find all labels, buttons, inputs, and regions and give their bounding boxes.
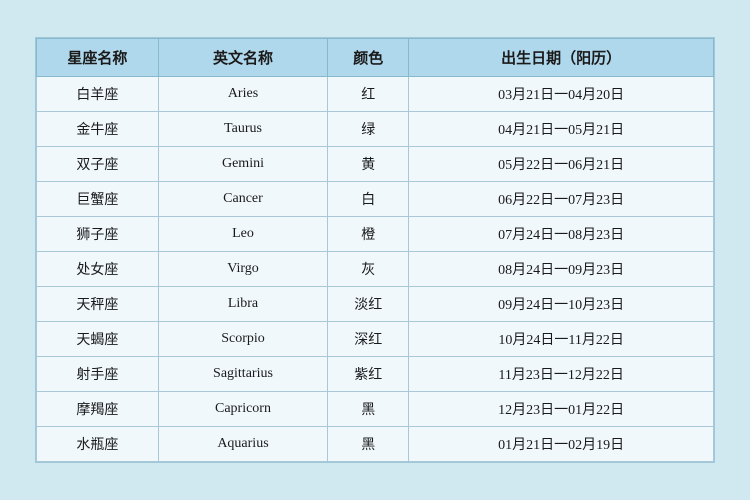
zodiac-table-container: 星座名称 英文名称 颜色 出生日期（阳历） 白羊座Aries红03月21日一04… bbox=[35, 37, 715, 463]
table-row: 金牛座Taurus绿04月21日一05月21日 bbox=[37, 112, 714, 147]
cell-chinese: 双子座 bbox=[37, 147, 159, 182]
cell-chinese: 水瓶座 bbox=[37, 427, 159, 462]
cell-date: 10月24日一11月22日 bbox=[409, 322, 714, 357]
cell-color: 橙 bbox=[328, 217, 409, 252]
cell-color: 深红 bbox=[328, 322, 409, 357]
cell-english: Aries bbox=[158, 77, 327, 112]
cell-date: 11月23日一12月22日 bbox=[409, 357, 714, 392]
cell-color: 红 bbox=[328, 77, 409, 112]
table-row: 巨蟹座Cancer白06月22日一07月23日 bbox=[37, 182, 714, 217]
header-color: 颜色 bbox=[328, 39, 409, 77]
table-row: 天秤座Libra淡红09月24日一10月23日 bbox=[37, 287, 714, 322]
cell-chinese: 狮子座 bbox=[37, 217, 159, 252]
table-row: 水瓶座Aquarius黑01月21日一02月19日 bbox=[37, 427, 714, 462]
cell-date: 04月21日一05月21日 bbox=[409, 112, 714, 147]
table-body: 白羊座Aries红03月21日一04月20日金牛座Taurus绿04月21日一0… bbox=[37, 77, 714, 462]
cell-chinese: 天秤座 bbox=[37, 287, 159, 322]
cell-chinese: 金牛座 bbox=[37, 112, 159, 147]
cell-chinese: 巨蟹座 bbox=[37, 182, 159, 217]
header-chinese: 星座名称 bbox=[37, 39, 159, 77]
cell-english: Sagittarius bbox=[158, 357, 327, 392]
cell-date: 08月24日一09月23日 bbox=[409, 252, 714, 287]
cell-date: 03月21日一04月20日 bbox=[409, 77, 714, 112]
cell-color: 白 bbox=[328, 182, 409, 217]
cell-color: 黑 bbox=[328, 392, 409, 427]
cell-color: 黄 bbox=[328, 147, 409, 182]
cell-color: 绿 bbox=[328, 112, 409, 147]
cell-english: Aquarius bbox=[158, 427, 327, 462]
cell-date: 01月21日一02月19日 bbox=[409, 427, 714, 462]
cell-date: 12月23日一01月22日 bbox=[409, 392, 714, 427]
table-row: 白羊座Aries红03月21日一04月20日 bbox=[37, 77, 714, 112]
cell-color: 紫红 bbox=[328, 357, 409, 392]
table-row: 射手座Sagittarius紫红11月23日一12月22日 bbox=[37, 357, 714, 392]
cell-english: Scorpio bbox=[158, 322, 327, 357]
cell-english: Cancer bbox=[158, 182, 327, 217]
cell-date: 05月22日一06月21日 bbox=[409, 147, 714, 182]
table-row: 处女座Virgo灰08月24日一09月23日 bbox=[37, 252, 714, 287]
cell-english: Leo bbox=[158, 217, 327, 252]
cell-chinese: 处女座 bbox=[37, 252, 159, 287]
cell-color: 淡红 bbox=[328, 287, 409, 322]
header-english: 英文名称 bbox=[158, 39, 327, 77]
cell-date: 06月22日一07月23日 bbox=[409, 182, 714, 217]
cell-chinese: 天蝎座 bbox=[37, 322, 159, 357]
table-row: 摩羯座Capricorn黑12月23日一01月22日 bbox=[37, 392, 714, 427]
cell-chinese: 射手座 bbox=[37, 357, 159, 392]
cell-chinese: 白羊座 bbox=[37, 77, 159, 112]
cell-date: 09月24日一10月23日 bbox=[409, 287, 714, 322]
cell-english: Taurus bbox=[158, 112, 327, 147]
cell-english: Gemini bbox=[158, 147, 327, 182]
table-row: 天蝎座Scorpio深红10月24日一11月22日 bbox=[37, 322, 714, 357]
cell-english: Virgo bbox=[158, 252, 327, 287]
table-header-row: 星座名称 英文名称 颜色 出生日期（阳历） bbox=[37, 39, 714, 77]
header-date: 出生日期（阳历） bbox=[409, 39, 714, 77]
table-row: 狮子座Leo橙07月24日一08月23日 bbox=[37, 217, 714, 252]
cell-color: 灰 bbox=[328, 252, 409, 287]
cell-english: Capricorn bbox=[158, 392, 327, 427]
cell-date: 07月24日一08月23日 bbox=[409, 217, 714, 252]
table-row: 双子座Gemini黄05月22日一06月21日 bbox=[37, 147, 714, 182]
cell-color: 黑 bbox=[328, 427, 409, 462]
cell-english: Libra bbox=[158, 287, 327, 322]
zodiac-table: 星座名称 英文名称 颜色 出生日期（阳历） 白羊座Aries红03月21日一04… bbox=[36, 38, 714, 462]
cell-chinese: 摩羯座 bbox=[37, 392, 159, 427]
